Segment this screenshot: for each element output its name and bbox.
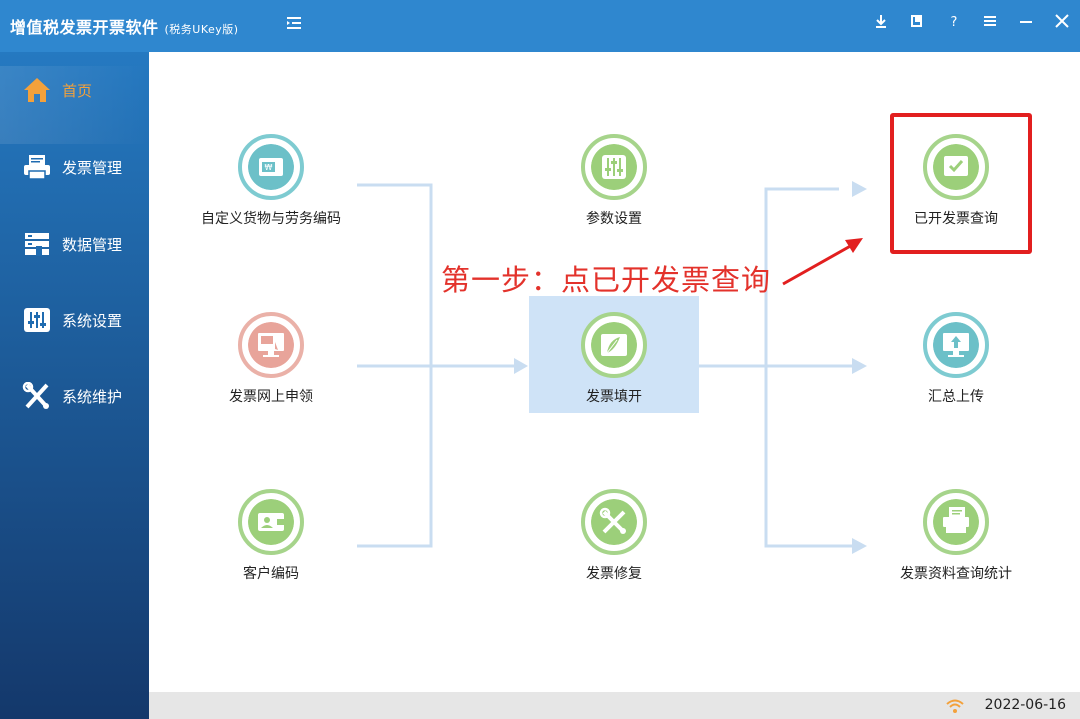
sidebar-item-system-settings[interactable]: 系统设置 — [0, 298, 149, 342]
svg-text:?: ? — [951, 15, 958, 30]
sidebar-item-label: 系统维护 — [62, 388, 123, 406]
sidebar-item-label: 发票管理 — [62, 159, 123, 177]
menu-icon[interactable] — [981, 12, 999, 30]
app-title: 增值税发票开票软件 (税务UKey版) — [10, 14, 239, 38]
module-label: 自定义货物与劳务编码 — [201, 211, 341, 227]
menu-toggle-icon[interactable] — [287, 16, 301, 30]
app-edition: (税务UKey版) — [164, 23, 239, 36]
sidebar-item-home[interactable]: 首页 — [0, 68, 149, 112]
printer-icon — [24, 155, 50, 180]
sidebar-item-label: 系统设置 — [62, 312, 123, 330]
customer-code-module[interactable]: 客户编码 — [171, 489, 371, 583]
sidebar-item-label: 首页 — [62, 82, 93, 100]
tools-icon — [22, 382, 49, 409]
module-label: 发票填开 — [586, 389, 642, 405]
sliders-icon — [24, 308, 50, 332]
module-badge: ₩ — [238, 134, 304, 200]
home-icon — [24, 78, 50, 102]
main-panel: ₩ 自定义货物与劳务编码 发票网上申领 客户编码 参数设置 发票填开 发票修复 — [149, 52, 1080, 692]
stats-query-module[interactable]: 发票资料查询统计 — [856, 489, 1056, 583]
monitor-hand-icon — [248, 322, 294, 368]
module-label: 汇总上传 — [928, 389, 984, 405]
status-date: 2022-06-16 — [984, 697, 1066, 713]
module-badge — [581, 312, 647, 378]
help-icon[interactable]: ? — [945, 12, 963, 30]
sidebar-item-system-maintenance[interactable]: 系统维护 — [0, 374, 149, 418]
module-badge — [923, 489, 989, 555]
sidebar-item-invoice-management[interactable]: 发票管理 — [0, 145, 149, 189]
feather-icon — [591, 322, 637, 368]
search-check-icon — [933, 144, 979, 190]
module-label: 发票修复 — [586, 566, 642, 582]
sidebar: 首页 发票管理 数据管理 系统设置 系统维护 — [0, 52, 149, 719]
minimize-icon[interactable] — [1017, 12, 1035, 30]
issued-query-module[interactable]: 已开发票查询 — [856, 134, 1056, 228]
module-badge — [238, 312, 304, 378]
app-title-text: 增值税发票开票软件 — [10, 18, 159, 37]
data-icon — [25, 233, 49, 256]
restore-icon[interactable] — [908, 12, 926, 30]
upload-monitor-icon — [933, 322, 979, 368]
step-annotation: 第一步：点已开发票查询 — [441, 263, 772, 297]
wifi-icon — [946, 699, 964, 713]
sidebar-item-data-management[interactable]: 数据管理 — [0, 222, 149, 266]
module-label: 参数设置 — [586, 211, 642, 227]
sliders-icon — [591, 144, 637, 190]
sidebar-item-label: 数据管理 — [62, 236, 123, 254]
invoice-fill-module[interactable]: 发票填开 — [514, 312, 714, 406]
download-icon[interactable] — [872, 12, 890, 30]
wrench-icon — [591, 499, 637, 545]
documents-search-icon — [933, 499, 979, 545]
title-bar: 增值税发票开票软件 (税务UKey版) ? — [0, 0, 1080, 52]
svg-text:₩: ₩ — [265, 163, 273, 172]
invoice-repair-module[interactable]: 发票修复 — [514, 489, 714, 583]
module-label: 客户编码 — [243, 566, 299, 582]
params-module[interactable]: 参数设置 — [514, 134, 714, 228]
wallet-icon — [248, 499, 294, 545]
module-badge — [923, 134, 989, 200]
module-label: 发票资料查询统计 — [900, 566, 1012, 582]
module-badge — [581, 134, 647, 200]
status-bar: 2022-06-16 — [149, 692, 1080, 719]
module-label: 已开发票查询 — [914, 211, 998, 227]
module-label: 发票网上申领 — [229, 389, 313, 405]
summary-upload-module[interactable]: 汇总上传 — [856, 312, 1056, 406]
module-badge — [923, 312, 989, 378]
module-badge — [238, 489, 304, 555]
goods-card-icon: ₩ — [248, 144, 294, 190]
close-icon[interactable] — [1053, 12, 1071, 30]
module-badge — [581, 489, 647, 555]
custom-goods-module[interactable]: ₩ 自定义货物与劳务编码 — [171, 134, 371, 228]
online-apply-module[interactable]: 发票网上申领 — [171, 312, 371, 406]
